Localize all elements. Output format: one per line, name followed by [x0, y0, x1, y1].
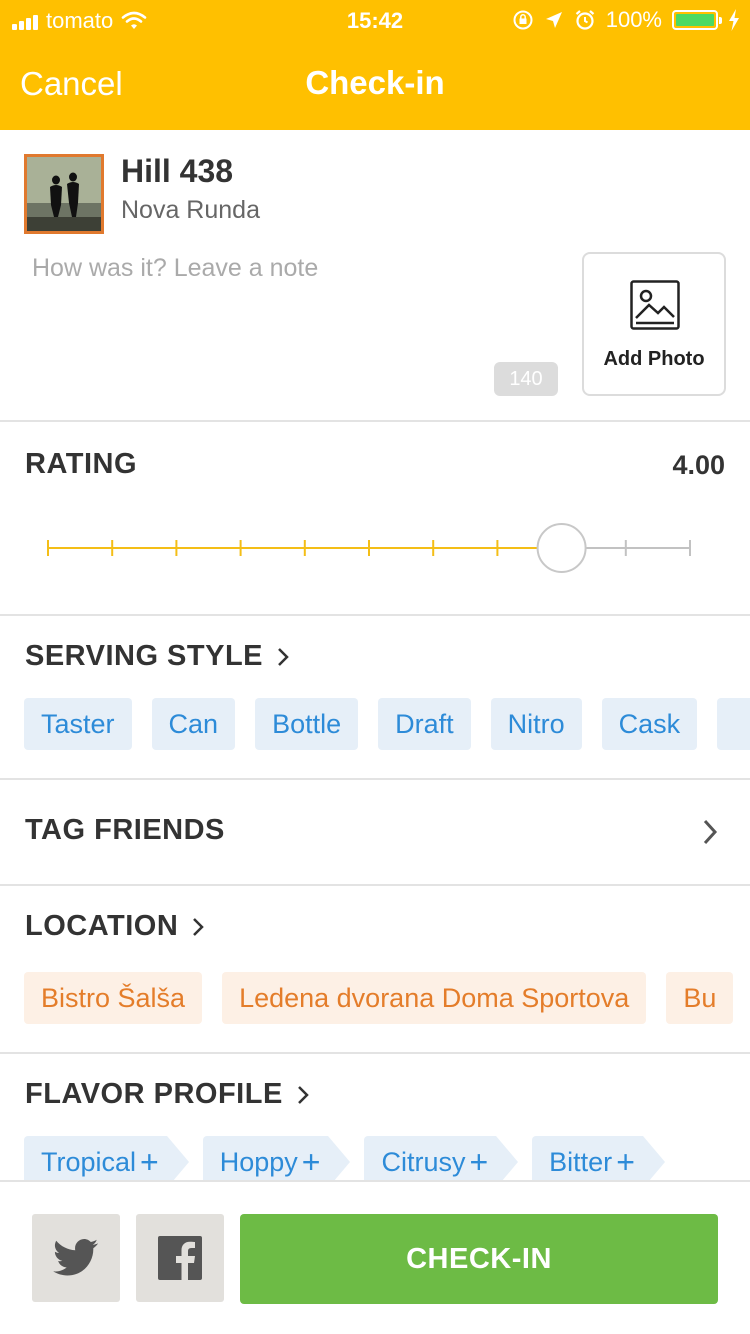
beer-name: Hill 438: [121, 153, 234, 189]
flavor-tag[interactable]: Citrusy +: [364, 1136, 518, 1180]
image-icon: [630, 280, 680, 330]
nav-bar: Cancel Check-in: [0, 40, 750, 130]
flavor-tag[interactable]: Bitter +: [532, 1136, 665, 1180]
flavor-tag-label: Citrusy: [381, 1147, 466, 1177]
twitter-share-button[interactable]: [32, 1214, 120, 1302]
status-right: 100%: [512, 7, 740, 33]
serving-style-chip[interactable]: Nitro: [490, 698, 582, 750]
flavor-profile-title: FLAVOR PROFILE: [25, 1078, 283, 1110]
location-chip[interactable]: Bu: [666, 972, 734, 1024]
facebook-share-button[interactable]: [136, 1214, 224, 1302]
flavor-tag-label: Bitter: [549, 1147, 613, 1177]
footer: CHECK-IN: [0, 1180, 750, 1334]
beer-label-image: [24, 154, 104, 234]
location-header[interactable]: LOCATION: [25, 910, 205, 943]
add-photo-button[interactable]: Add Photo: [582, 252, 726, 396]
slider-thumb: [536, 523, 587, 573]
chevron-right-icon: [193, 918, 205, 937]
location-chip[interactable]: Bistro Šalša: [24, 972, 203, 1024]
beer-section: Hill 438 Nova Runda 140 Add Photo: [0, 130, 750, 422]
plus-icon: +: [616, 1144, 635, 1180]
tag-friends-title: TAG FRIENDS: [25, 814, 225, 846]
chevron-right-icon: [278, 648, 289, 667]
serving-style-header[interactable]: SERVING STYLE: [25, 640, 289, 673]
serving-style-chips: Taster Can Bottle Draft Nitro Cask: [24, 698, 750, 750]
location-title: LOCATION: [25, 910, 179, 942]
serving-style-chip[interactable]: Can: [151, 698, 236, 750]
check-in-button[interactable]: CHECK-IN: [240, 1214, 718, 1304]
rating-section: RATING 4.00: [0, 422, 750, 616]
serving-style-chip[interactable]: Taster: [24, 698, 132, 750]
flavor-tag-label: Tropical: [41, 1147, 137, 1177]
flavor-tags: Tropical + Hoppy + Citrusy + Bitter +: [24, 1136, 669, 1180]
serving-style-chip[interactable]: Cask: [601, 698, 698, 750]
chevron-right-icon: [703, 819, 718, 845]
serving-style-chip[interactable]: Draft: [378, 698, 471, 750]
brewery-name: Nova Runda: [121, 196, 260, 224]
serving-style-chip-overflow[interactable]: [717, 698, 750, 750]
serving-style-chip[interactable]: Bottle: [255, 698, 359, 750]
location-chips: Bistro Šalša Ledena dvorana Doma Sportov…: [24, 972, 734, 1024]
location-arrow-icon: [545, 12, 562, 28]
location-section: LOCATION Bistro Šalša Ledena dvorana Dom…: [0, 886, 750, 1054]
add-photo-label: Add Photo: [603, 348, 705, 370]
header: tomato 15:42 100% Cancel Check-in: [0, 0, 750, 130]
status-bar: tomato 15:42 100%: [0, 0, 750, 40]
cancel-button[interactable]: Cancel: [20, 65, 123, 103]
location-chip[interactable]: Ledena dvorana Doma Sportova: [222, 972, 647, 1024]
rating-slider[interactable]: [0, 422, 750, 616]
battery-icon: [672, 10, 722, 30]
flavor-tag-label: Hoppy: [219, 1147, 298, 1177]
battery-fill: [676, 14, 714, 26]
plus-icon: +: [140, 1144, 159, 1180]
alarm-icon: [575, 10, 594, 30]
battery-percent: 100%: [605, 7, 662, 32]
flavor-profile-section: FLAVOR PROFILE Tropical + Hoppy + Citrusy +…: [0, 1054, 750, 1180]
plus-icon: +: [301, 1144, 321, 1180]
orientation-lock-icon: [513, 10, 533, 30]
serving-style-section: SERVING STYLE Taster Can Bottle Draft Ni…: [0, 616, 750, 780]
flavor-tag[interactable]: Tropical +: [24, 1136, 189, 1180]
character-count: 140: [494, 362, 558, 396]
note-input[interactable]: [32, 254, 552, 374]
serving-style-title: SERVING STYLE: [25, 640, 264, 672]
twitter-icon: [53, 1239, 99, 1276]
tag-friends-row[interactable]: TAG FRIENDS: [0, 780, 750, 886]
facebook-icon: [158, 1236, 202, 1280]
charging-bolt-icon: [729, 9, 739, 31]
flavor-profile-header[interactable]: FLAVOR PROFILE: [25, 1078, 309, 1111]
plus-icon: +: [469, 1144, 489, 1180]
chevron-right-icon: [297, 1086, 309, 1105]
flavor-tag[interactable]: Hoppy +: [202, 1136, 351, 1180]
